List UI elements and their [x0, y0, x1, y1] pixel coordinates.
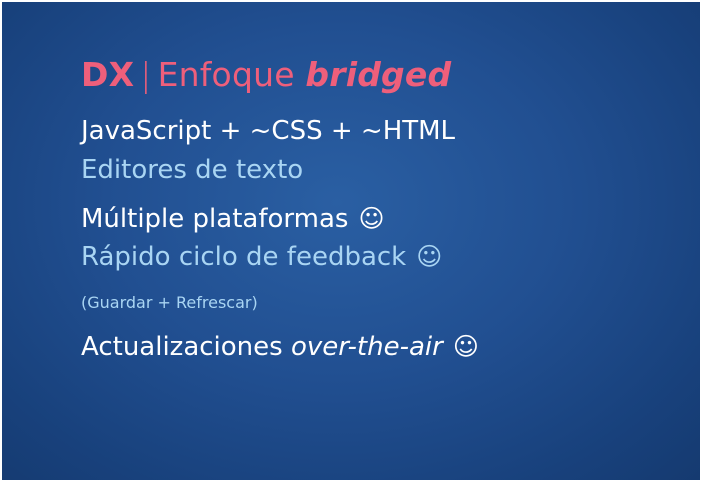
bullet-text: (Guardar + Refrescar) [81, 293, 258, 312]
bullet-platforms: Múltiple plataformas ☺ [81, 206, 385, 232]
bullet-editors: Editores de texto [81, 157, 303, 183]
bullet-languages: JavaScript + ~CSS + ~HTML [81, 118, 455, 144]
bullet-text: Editores de texto [81, 155, 304, 185]
title-prefix: DX [81, 55, 135, 94]
title-separator: | [140, 55, 152, 94]
bullet-feedback: Rápido ciclo de feedback ☺ [81, 244, 442, 270]
slide-title: DX | Enfoque bridged [81, 58, 451, 91]
presentation-slide: DX | Enfoque bridged JavaScript + ~CSS + ~… [2, 2, 700, 480]
bullet-text: Actualizaciones [81, 332, 283, 362]
bullet-emphasis: over-the-air [290, 332, 443, 362]
bullet-note: (Guardar + Refrescar) [81, 295, 258, 311]
smiley-icon: ☺ [452, 332, 479, 361]
title-main: Enfoque [157, 55, 295, 94]
bullet-text: Múltiple plataformas [81, 204, 349, 234]
bullet-updates: Actualizaciones over-the-air ☺ [81, 334, 479, 360]
smiley-icon: ☺ [358, 204, 385, 233]
bullet-text: Rápido ciclo de feedback [81, 242, 407, 272]
bullet-text: JavaScript + ~CSS + ~HTML [81, 116, 456, 146]
smiley-icon: ☺ [416, 242, 443, 271]
title-emphasis: bridged [305, 55, 452, 94]
